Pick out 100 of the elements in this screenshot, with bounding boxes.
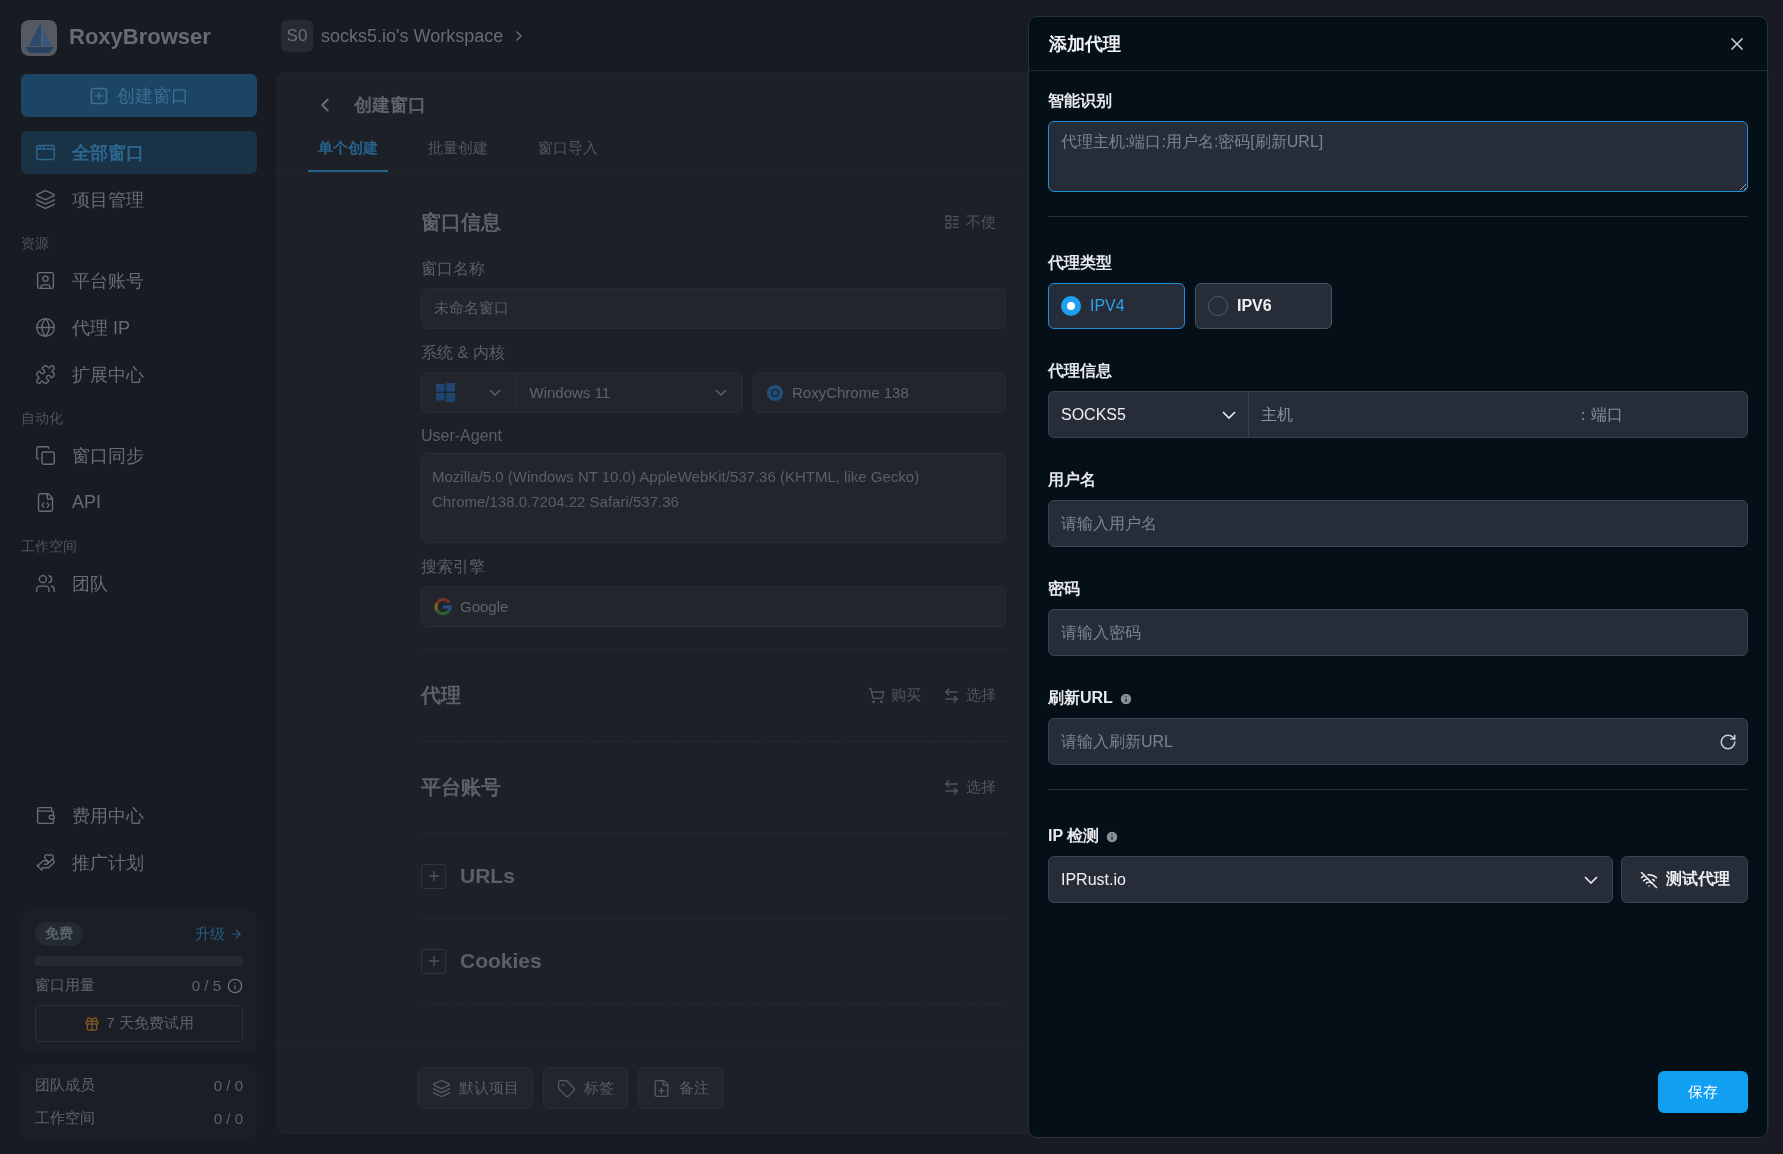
sidebar-item-label: 项目管理: [72, 188, 144, 212]
field-label: 窗口名称: [421, 259, 485, 279]
radio-option[interactable]: IPV4: [1048, 283, 1185, 329]
proxy-address-field[interactable]: SOCKS5 主机 ：端口: [1048, 391, 1748, 438]
sidebar-item[interactable]: 费用中心: [21, 794, 257, 837]
sidebar-item[interactable]: 推广计划: [21, 841, 257, 884]
gift-icon: [84, 1015, 101, 1032]
radio-option[interactable]: IPV6: [1195, 283, 1332, 329]
id-card-icon: [35, 270, 56, 291]
plan-badge: 免费: [35, 922, 83, 946]
wallet-icon: [35, 805, 56, 826]
layers-icon: [35, 189, 56, 210]
add-window-icon: [89, 85, 109, 106]
wifi-off-icon: [1639, 870, 1658, 889]
upgrade-link[interactable]: 升级: [195, 924, 243, 944]
code-file-icon: [35, 492, 56, 513]
sidebar-item[interactable]: 扩展中心: [21, 353, 257, 396]
section-title: URLs: [460, 864, 515, 888]
note-icon: [652, 1078, 671, 1098]
field-label: 智能识别: [1048, 91, 1113, 111]
google-icon: [434, 597, 452, 616]
sidebar-item[interactable]: API: [21, 481, 257, 524]
browser-icon: [766, 383, 784, 402]
chevron-down-icon: [488, 389, 501, 396]
copy-icon: [35, 445, 56, 466]
sidebar-item-label: 窗口同步: [72, 444, 144, 468]
app-name: RoxyBrowser: [69, 24, 211, 50]
info-icon: [1105, 829, 1120, 844]
test-proxy-button[interactable]: 测试代理: [1621, 856, 1748, 903]
tag-icon: [557, 1078, 576, 1098]
expand-button[interactable]: [421, 948, 446, 974]
stat-label: 团队成员: [35, 1076, 95, 1095]
swap-icon: [943, 687, 960, 704]
usage-value: 0 / 5: [191, 977, 221, 994]
sidebar-item[interactable]: 团队: [21, 562, 257, 605]
search-engine-select[interactable]: Google: [421, 586, 1006, 627]
chevron-down-icon: [1584, 875, 1598, 884]
usage-label: 窗口用量: [35, 976, 95, 995]
field-label: 搜索引擎: [421, 557, 485, 577]
sidebar-item[interactable]: 项目管理: [21, 178, 257, 221]
port-field[interactable]: ：端口: [1567, 392, 1747, 437]
expand-button[interactable]: [421, 863, 446, 889]
host-field[interactable]: 主机: [1249, 392, 1567, 437]
swap-icon: [943, 779, 960, 796]
sidebar-item[interactable]: 全部窗口: [21, 131, 257, 174]
layers-icon: [432, 1078, 451, 1098]
user-agent-field[interactable]: Mozilla/5.0 (Windows NT 10.0) AppleWebKit/537.36 (KHTML, like Gecko) Chrome/138.0.7204.22 Safari/537.36: [421, 453, 1006, 543]
window-icon: [35, 142, 56, 163]
sidebar-item-label: 全部窗口: [72, 141, 144, 165]
field-label: IP 检测: [1048, 826, 1100, 846]
trial-button[interactable]: 7 天免费试用: [35, 1005, 243, 1042]
boat-logo-icon: [21, 18, 59, 56]
sidebar-item[interactable]: 窗口同步: [21, 434, 257, 477]
chevron-down-icon: [1222, 410, 1236, 419]
hand-heart-icon: [35, 852, 56, 873]
page-title: 创建窗口: [354, 94, 426, 117]
password-field[interactable]: 请输入密码: [1048, 609, 1748, 656]
workspace-name[interactable]: socks5.io's Workspace: [321, 25, 504, 47]
globe-icon: [35, 317, 56, 338]
kernel-select[interactable]: RoxyChrome 138: [753, 372, 1006, 413]
section-title: 代理: [421, 683, 461, 708]
field-label: 代理类型: [1048, 253, 1113, 273]
info-icon: [1118, 691, 1133, 706]
sidebar-item-label: API: [72, 492, 101, 513]
field-label: 系统 & 内核: [421, 343, 505, 363]
stat-value: 0 / 0: [213, 1110, 243, 1127]
field-label: 代理信息: [1048, 361, 1113, 381]
stat-label: 工作空间: [35, 1109, 95, 1128]
refresh-icon[interactable]: [1719, 732, 1737, 751]
sidebar-item-label: 费用中心: [72, 804, 144, 828]
ip-check-select[interactable]: IPRust.io: [1048, 856, 1613, 903]
field-label: 用户名: [1048, 470, 1097, 490]
tab[interactable]: 单个创建: [308, 139, 388, 172]
sidebar-item[interactable]: 平台账号: [21, 259, 257, 302]
field-label: 刷新URL: [1048, 688, 1113, 708]
username-field[interactable]: 请输入用户名: [1048, 500, 1748, 547]
dialog-title: 添加代理: [1049, 32, 1121, 56]
radio-icon: [1061, 296, 1081, 316]
sidebar-item-label: 代理 IP: [72, 316, 130, 340]
sidebar-item-label: 扩展中心: [72, 363, 144, 387]
workspace-avatar: S0: [281, 20, 313, 52]
save-button[interactable]: 保存: [1658, 1071, 1748, 1113]
stat-value: 0 / 0: [213, 1077, 243, 1094]
protocol-select[interactable]: SOCKS5: [1049, 392, 1249, 437]
windows-icon: [436, 383, 455, 402]
section-title: 窗口信息: [421, 209, 501, 235]
section-heading: 自动化: [21, 410, 64, 428]
field-label: 密码: [1048, 579, 1081, 599]
section-title: Cookies: [460, 949, 542, 973]
users-icon: [35, 573, 56, 594]
sidebar-item-label: 团队: [72, 572, 108, 596]
puzzle-icon: [35, 364, 56, 385]
smart-parse-field[interactable]: 代理主机:端口:用户名:密码[刷新URL]: [1048, 121, 1748, 192]
sidebar-item[interactable]: 代理 IP: [21, 306, 257, 349]
sidebar-item-label: 推广计划: [72, 851, 144, 875]
cart-icon: [868, 687, 885, 704]
chevron-down-icon: [715, 389, 727, 396]
layout-icon: [944, 214, 960, 230]
info-icon: [227, 977, 243, 994]
section-title: 平台账号: [421, 775, 501, 800]
